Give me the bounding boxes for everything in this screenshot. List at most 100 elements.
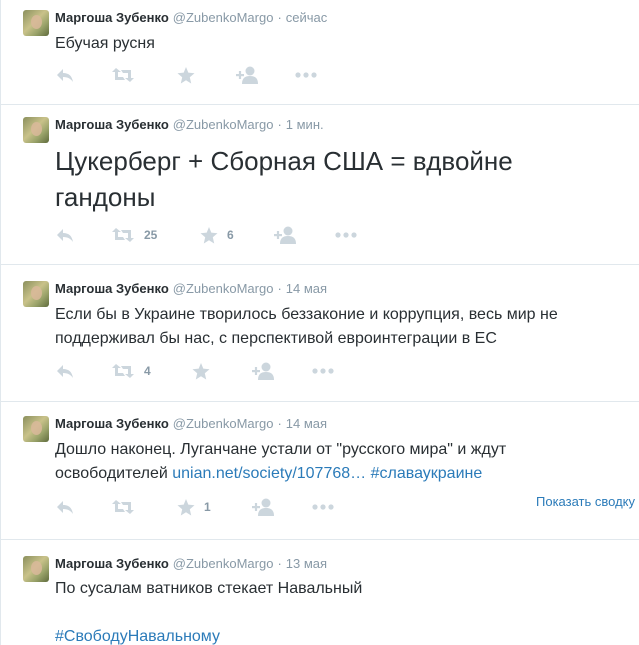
fullname[interactable]: Маргоша Зубенко [55, 416, 169, 431]
tweet-1[interactable]: Маргоша Зубенко @ZubenkoMargo · сейчас Ебуч… [1, 0, 639, 105]
retweet-count: 25 [144, 228, 158, 242]
timeline: Маргоша Зубенко @ZubenkoMargo · сейчас Ебуч… [0, 0, 639, 645]
reply-icon [57, 365, 73, 378]
hashtag-link[interactable]: #СвободуНавальному [55, 628, 220, 645]
reply-icon [57, 69, 73, 82]
tweet-text: Цукерберг + Сборная США = вдвойне гандон… [55, 143, 630, 215]
tweet-text: Ебучая русня [55, 35, 155, 52]
more-icon [312, 368, 334, 374]
favorite-button[interactable] [192, 361, 219, 381]
retweet-button[interactable] [111, 497, 144, 517]
follow-icon [274, 226, 296, 244]
username[interactable]: @ZubenkoMargo [173, 10, 274, 25]
fullname[interactable]: Маргоша Зубенко [55, 117, 169, 132]
retweet-icon [112, 68, 134, 82]
retweet-button[interactable] [111, 65, 144, 85]
star-icon [177, 66, 195, 83]
username[interactable]: @ZubenkoMargo [173, 117, 274, 132]
username[interactable]: @ZubenkoMargo [173, 416, 274, 431]
favorite-count: 1 [204, 500, 211, 514]
avatar[interactable] [23, 556, 49, 582]
tweet-text: Если бы в Украине творилось беззаконие и… [55, 303, 630, 351]
avatar[interactable] [23, 281, 49, 307]
tweet-header: Маргоша Зубенко @ZubenkoMargo · 1 мин. [55, 116, 324, 133]
reply-button[interactable] [55, 225, 75, 245]
star-icon [200, 226, 218, 243]
separator-dot: · [277, 416, 282, 431]
follow-button[interactable] [252, 497, 276, 517]
separator-dot: · [277, 281, 282, 296]
retweet-icon [112, 500, 134, 514]
more-button[interactable] [335, 225, 357, 245]
separator-dot: · [277, 10, 282, 25]
separator-dot: · [277, 556, 282, 571]
reply-button[interactable] [55, 361, 75, 381]
tweet-text: Дошло наконец. Луганчане устали от "русс… [55, 438, 630, 486]
tweet-header: Маргоша Зубенко @ZubenkoMargo · 14 мая [55, 280, 327, 297]
tweet-text-line: Цукерберг + Сборная США = вдвойне [55, 146, 513, 176]
retweet-button[interactable]: 4 [111, 361, 151, 381]
fullname[interactable]: Маргоша Зубенко [55, 281, 169, 296]
follow-button[interactable] [252, 361, 276, 381]
star-icon [192, 362, 210, 379]
timestamp[interactable]: 14 мая [286, 416, 327, 431]
more-button[interactable] [312, 497, 334, 517]
tweet-5[interactable]: Маргоша Зубенко @ZubenkoMargo · 13 мая По с… [1, 540, 639, 645]
follow-button[interactable] [274, 225, 298, 245]
avatar[interactable] [23, 416, 49, 442]
avatar[interactable] [23, 10, 49, 36]
tweet-text-line: Если бы в Украине творилось беззаконие и… [55, 306, 558, 323]
timestamp[interactable]: 14 мая [286, 281, 327, 296]
tweet-text: #СвободуНавальному [55, 625, 630, 645]
tweet-header: Маргоша Зубенко @ZubenkoMargo · сейчас [55, 9, 327, 26]
tweet-actions: 25 6 [55, 225, 635, 245]
tweet-link[interactable]: unian.net/society/107768… [172, 465, 366, 482]
reply-icon [57, 229, 73, 242]
retweet-icon [112, 228, 134, 242]
favorite-button[interactable]: 6 [200, 225, 234, 245]
tweet-actions: 1 [55, 497, 635, 517]
follow-icon [252, 362, 274, 380]
favorite-count: 6 [227, 228, 234, 242]
follow-icon [236, 66, 258, 84]
tweet-header: Маргоша Зубенко @ZubenkoMargo · 13 мая [55, 555, 327, 572]
hashtag-link[interactable]: #славаукраине [371, 465, 483, 482]
retweet-icon [112, 364, 134, 378]
more-button[interactable] [295, 65, 317, 85]
tweet-actions [55, 65, 635, 85]
tweet-2[interactable]: Маргоша Зубенко @ZubenkoMargo · 1 мин. Цуке… [1, 105, 639, 265]
retweet-button[interactable]: 25 [111, 225, 157, 245]
reply-button[interactable] [55, 497, 75, 517]
retweet-count: 4 [144, 364, 151, 378]
more-button[interactable] [312, 361, 334, 381]
favorite-button[interactable] [177, 65, 204, 85]
follow-icon [252, 498, 274, 516]
more-icon [312, 504, 334, 510]
tweet-3[interactable]: Маргоша Зубенко @ZubenkoMargo · 14 мая Если… [1, 265, 639, 402]
username[interactable]: @ZubenkoMargo [173, 281, 274, 296]
tweet-text: По сусалам ватников стекает Навальный [55, 580, 363, 597]
more-icon [335, 232, 357, 238]
tweet-header: Маргоша Зубенко @ZubenkoMargo · 14 мая [55, 415, 327, 432]
favorite-button[interactable]: 1 [177, 497, 211, 517]
tweet-4[interactable]: Маргоша Зубенко @ZubenkoMargo · 14 мая Дошл… [1, 402, 639, 540]
tweet-text-line: поддерживал бы нас, с перспективой еврои… [55, 330, 497, 347]
tweet-text-line: освободителей unian.net/society/107768… … [55, 462, 630, 486]
more-icon [295, 72, 317, 78]
separator-dot: · [277, 117, 282, 132]
avatar[interactable] [23, 117, 49, 143]
fullname[interactable]: Маргоша Зубенко [55, 10, 169, 25]
tweet-text-fragment: освободителей [55, 465, 173, 482]
star-icon [177, 498, 195, 515]
timestamp[interactable]: 1 мин. [286, 117, 324, 132]
reply-icon [57, 501, 73, 514]
fullname[interactable]: Маргоша Зубенко [55, 556, 169, 571]
timestamp[interactable]: сейчас [286, 10, 328, 25]
tweet-text-line: гандоны [55, 182, 156, 212]
timestamp[interactable]: 13 мая [286, 556, 327, 571]
reply-button[interactable] [55, 65, 75, 85]
tweet-actions: 4 [55, 361, 635, 381]
follow-button[interactable] [236, 65, 260, 85]
tweet-text-line: Дошло наконец. Луганчане устали от "русс… [55, 441, 507, 458]
username[interactable]: @ZubenkoMargo [173, 556, 274, 571]
